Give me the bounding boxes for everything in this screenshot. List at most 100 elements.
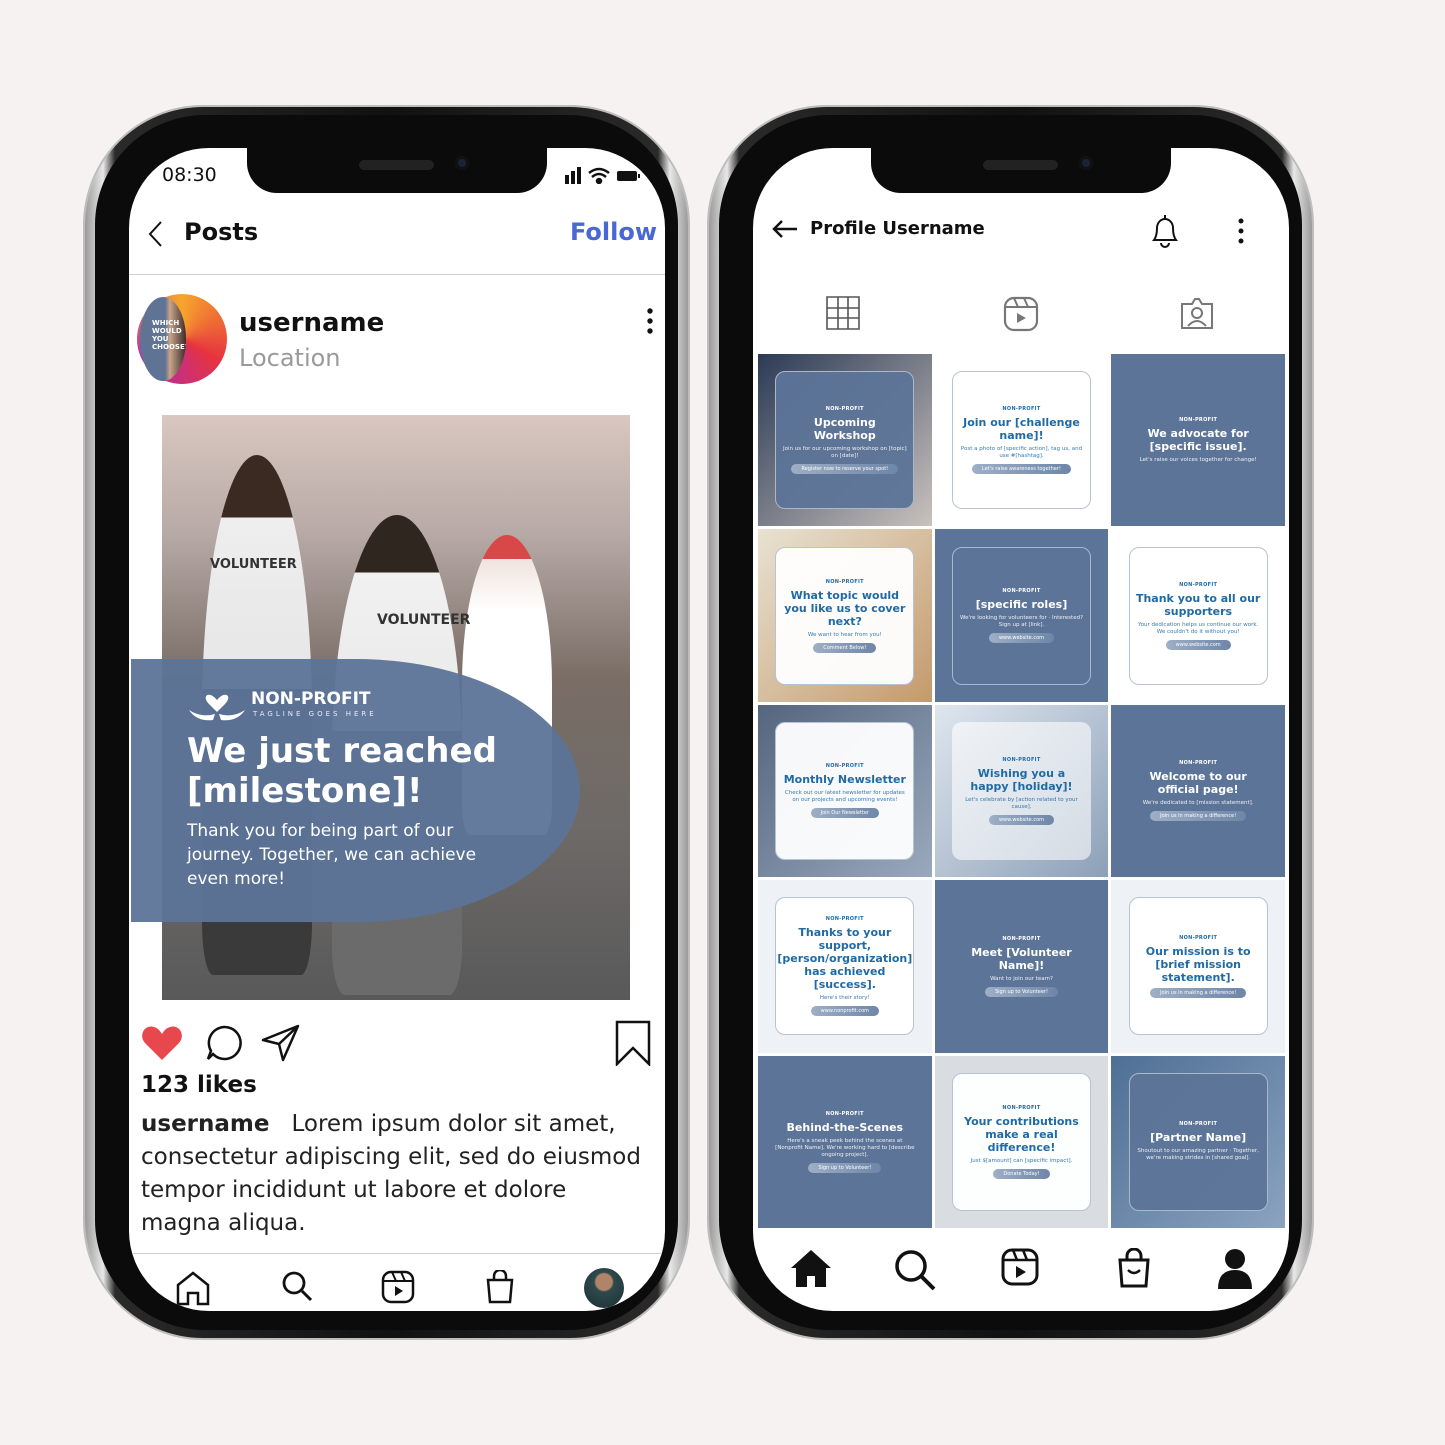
tile-title: Upcoming Workshop bbox=[813, 416, 876, 443]
tile-button[interactable]: Comment Below! bbox=[813, 642, 877, 653]
profile-avatar[interactable] bbox=[584, 1268, 624, 1308]
notch bbox=[247, 148, 547, 193]
tile-subtitle: Just $[amount] can [specific impact]. bbox=[970, 1157, 1073, 1164]
tile-brand: NON-PROFIT bbox=[1002, 406, 1041, 413]
likes-count[interactable]: 123 likes bbox=[141, 1072, 257, 1098]
reels-icon[interactable] bbox=[381, 1270, 415, 1304]
tile-brand: NON-PROFIT bbox=[1002, 756, 1041, 763]
shop-icon[interactable] bbox=[485, 1270, 515, 1304]
tile-brand: NON-PROFIT bbox=[1179, 416, 1218, 423]
grid-post-tile[interactable]: NON-PROFIT We advocate for [specific issu… bbox=[1111, 354, 1285, 527]
grid-post-tile[interactable]: NON-PROFIT Behind-the-Scenes Here's a snea… bbox=[758, 1055, 932, 1228]
tile-brand: NON-PROFIT bbox=[1179, 581, 1218, 588]
reels-icon[interactable] bbox=[1001, 1248, 1039, 1286]
search-icon[interactable] bbox=[281, 1270, 313, 1302]
post-username[interactable]: username bbox=[239, 308, 384, 338]
share-icon[interactable] bbox=[261, 1024, 301, 1062]
tile-brand: NON-PROFIT bbox=[1002, 1104, 1041, 1111]
comment-icon[interactable] bbox=[205, 1024, 243, 1062]
grid-post-tile[interactable]: NON-PROFIT Upcoming Workshop Join us for o… bbox=[758, 354, 932, 527]
grid-post-tile[interactable]: NON-PROFIT [Partner Name] Shoutout to our … bbox=[1111, 1055, 1285, 1228]
tile-title: Your contributions make a real differenc… bbox=[964, 1114, 1079, 1154]
profile-username: Profile Username bbox=[810, 218, 985, 239]
battery-icon bbox=[617, 171, 640, 181]
tile-title: Meet [Volunteer Name]! bbox=[971, 945, 1072, 972]
tile-subtitle: We're looking for volunteers for · Inter… bbox=[959, 615, 1083, 629]
wifi-icon bbox=[588, 167, 610, 184]
tile-title: Welcome to our official page! bbox=[1149, 770, 1247, 797]
tile-button[interactable]: Register now to reserve your spot! bbox=[791, 464, 899, 475]
tile-card: NON-PROFIT [specific roles] We're looking … bbox=[952, 546, 1091, 685]
shop-icon[interactable] bbox=[1117, 1248, 1151, 1288]
post-caption: username Lorem ipsum dolor sit amet, cons… bbox=[141, 1108, 651, 1240]
grid-post-tile[interactable]: NON-PROFIT Thanks to your support, [perso… bbox=[758, 880, 932, 1053]
tile-subtitle: Check out our latest newsletter for upda… bbox=[784, 790, 905, 804]
grid-icon[interactable] bbox=[826, 296, 860, 330]
bookmark-icon[interactable] bbox=[615, 1020, 651, 1066]
tile-card: NON-PROFIT Join our [challenge name]! Post… bbox=[952, 371, 1091, 510]
more-options-icon[interactable] bbox=[1238, 218, 1244, 244]
grid-post-tile[interactable]: NON-PROFIT Thank you to all our supporter… bbox=[1111, 529, 1285, 702]
grid-post-tile[interactable]: NON-PROFIT [specific roles] We're looking … bbox=[934, 529, 1109, 702]
tile-button[interactable]: www.website.com bbox=[988, 633, 1055, 644]
tile-subtitle: Let's raise our voices together for chan… bbox=[1139, 456, 1257, 463]
grid-post-tile[interactable]: NON-PROFIT What topic would you like us t… bbox=[758, 529, 932, 702]
avatar-text: WHICH WOULD YOU CHOOSE? bbox=[140, 297, 187, 381]
home-icon[interactable] bbox=[789, 1248, 833, 1288]
grid-post-tile[interactable]: NON-PROFIT Join our [challenge name]! Post… bbox=[934, 354, 1109, 527]
tile-button[interactable]: www.website.com bbox=[988, 814, 1055, 825]
tile-card: NON-PROFIT Upcoming Workshop Join us for o… bbox=[775, 371, 915, 510]
camera-icon bbox=[455, 156, 469, 170]
tile-title: We advocate for [specific issue]. bbox=[1147, 426, 1249, 453]
tile-subtitle: Your dedication helps us continue our wo… bbox=[1138, 621, 1259, 635]
bell-icon[interactable] bbox=[1149, 212, 1181, 248]
posts-grid: NON-PROFIT Upcoming Workshop Join us for o… bbox=[758, 354, 1285, 1228]
tile-button[interactable]: Join Our Newsletter bbox=[810, 808, 880, 819]
back-chevron-icon[interactable] bbox=[147, 220, 163, 248]
tile-button[interactable]: Let's raise awareness together! bbox=[972, 464, 1071, 475]
tile-brand: NON-PROFIT bbox=[825, 763, 864, 770]
grid-post-tile[interactable]: NON-PROFIT Meet [Volunteer Name]! Want to … bbox=[934, 880, 1109, 1053]
grid-post-tile[interactable]: NON-PROFIT Welcome to our official page! W… bbox=[1111, 704, 1285, 878]
follow-button[interactable]: Follow bbox=[570, 218, 657, 246]
tile-button[interactable]: www.nonprofit.com bbox=[810, 1006, 879, 1017]
caption-username[interactable]: username bbox=[141, 1111, 269, 1137]
tile-brand: NON-PROFIT bbox=[1002, 935, 1041, 942]
tile-button[interactable]: Sign up to Volunteer! bbox=[984, 986, 1058, 997]
tile-title: Wishing you a happy [holiday]! bbox=[970, 766, 1073, 793]
tile-button[interactable]: Sign up to Volunteer! bbox=[808, 1162, 882, 1173]
tile-button[interactable]: Donate Today! bbox=[993, 1168, 1050, 1179]
tile-subtitle: Join us for our upcoming workshop on [to… bbox=[782, 446, 907, 460]
tile-title: Thanks to your support, [person/organiza… bbox=[777, 926, 913, 992]
tile-card: NON-PROFIT Meet [Volunteer Name]! Want to … bbox=[945, 897, 1098, 1035]
tile-subtitle: We're dedicated to [mission statement]. bbox=[1142, 800, 1254, 807]
tile-button[interactable]: Join us in making a difference! bbox=[1150, 811, 1247, 822]
profile-icon[interactable] bbox=[1217, 1248, 1253, 1290]
avatar[interactable]: WHICH WOULD YOU CHOOSE? bbox=[137, 294, 227, 384]
post-actions bbox=[141, 1020, 653, 1066]
tile-button[interactable]: Join us in making a difference! bbox=[1150, 987, 1247, 998]
tile-subtitle: Here's a sneak peek behind the scenes at… bbox=[775, 1137, 915, 1158]
tagged-icon[interactable] bbox=[1179, 296, 1215, 330]
grid-post-tile[interactable]: NON-PROFIT Our mission is to [brief missi… bbox=[1111, 880, 1285, 1053]
tile-card: NON-PROFIT [Partner Name] Shoutout to our … bbox=[1128, 1072, 1268, 1211]
more-options-icon[interactable] bbox=[647, 308, 653, 334]
reels-icon[interactable] bbox=[1003, 296, 1039, 332]
search-icon[interactable] bbox=[893, 1248, 937, 1292]
grid-post-tile[interactable]: NON-PROFIT Wishing you a happy [holiday]!… bbox=[934, 704, 1109, 878]
grid-post-tile[interactable]: NON-PROFIT Monthly Newsletter Check out ou… bbox=[758, 704, 932, 878]
arrow-left-icon[interactable] bbox=[771, 218, 799, 240]
grid-post-tile[interactable]: NON-PROFIT Your contributions make a real… bbox=[934, 1055, 1109, 1228]
divider bbox=[129, 1253, 665, 1254]
divider bbox=[129, 274, 665, 275]
notch bbox=[871, 148, 1171, 193]
tile-button[interactable]: www.website.com bbox=[1165, 639, 1231, 650]
tile-title: [Partner Name] bbox=[1150, 1131, 1247, 1145]
tile-brand: NON-PROFIT bbox=[825, 406, 864, 413]
post-screen: 08:30 Posts Follow WHICH WOULD YOU CHOOS… bbox=[129, 148, 665, 1311]
brand-tagline: TAGLINE GOES HERE bbox=[253, 710, 377, 718]
home-icon[interactable] bbox=[175, 1270, 211, 1306]
tile-title: Thank you to all our supporters bbox=[1135, 591, 1261, 618]
heart-icon[interactable] bbox=[141, 1024, 183, 1062]
post-location[interactable]: Location bbox=[239, 344, 341, 372]
